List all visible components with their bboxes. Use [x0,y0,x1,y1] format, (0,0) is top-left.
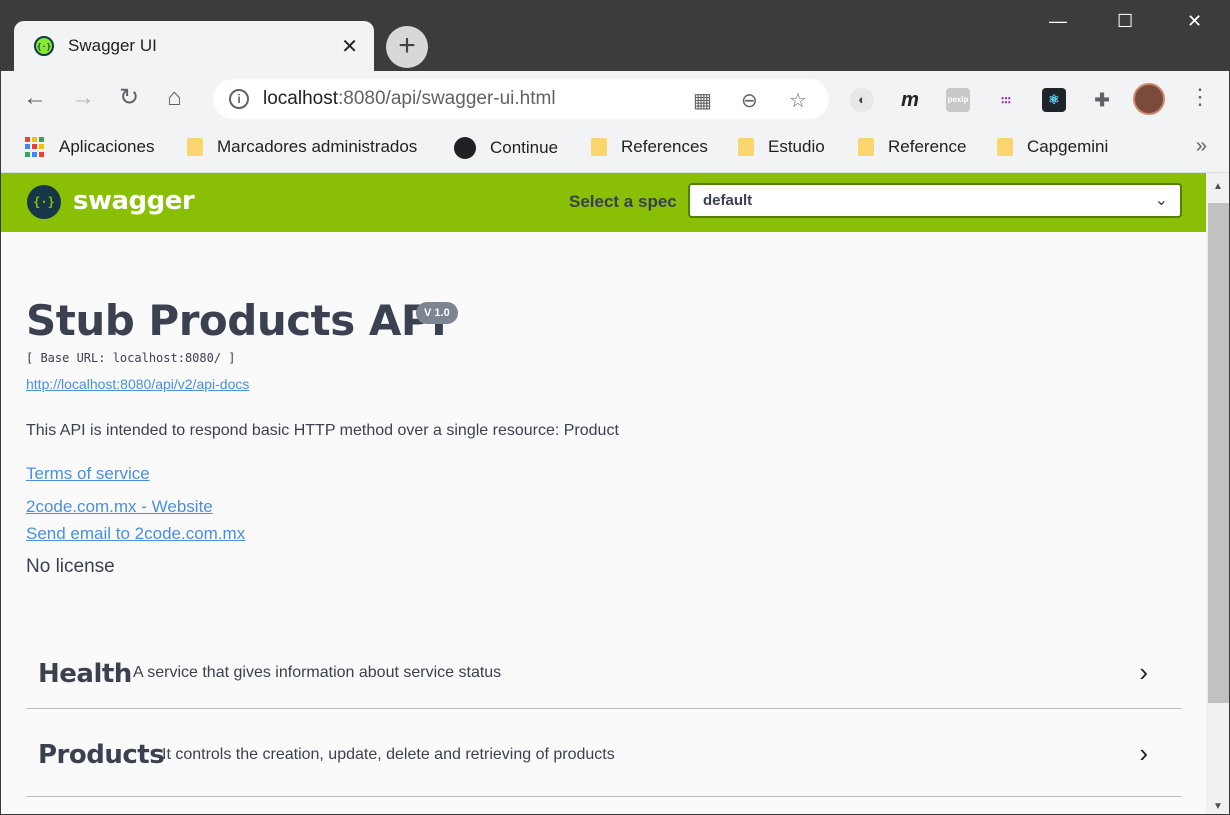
menu-dots-icon[interactable]: ⋮ [1189,84,1211,110]
home-icon[interactable]: ⌂ [167,85,182,111]
url-text[interactable]: localhost:8080/api/swagger-ui.html [263,88,556,110]
website-link[interactable]: 2code.com.mx - Website [26,497,213,517]
profile-avatar[interactable] [1133,83,1165,115]
folder-icon [187,138,203,156]
folder-icon [738,138,754,156]
folder-icon [858,138,874,156]
bookmark-star-icon[interactable]: ☆ [789,88,807,113]
address-bar[interactable]: i localhost:8080/api/swagger-ui.html ▦ ⊖… [213,79,829,119]
tag-description: A service that gives information about s… [133,664,502,681]
email-link[interactable]: Send email to 2code.com.mx [26,524,245,544]
scroll-up-arrow-icon[interactable]: ▲ [1213,181,1223,192]
version-badge: V 1.0 [416,302,458,324]
bookmark-label: Aplicaciones [59,137,155,156]
bookmark-label: References [621,137,708,156]
license-text: No license [26,556,115,577]
swagger-favicon-icon: {·} [34,36,54,56]
scrollbar-thumb[interactable] [1208,203,1229,703]
tab-title: Swagger UI [68,36,157,55]
forward-arrow-icon[interactable]: → [71,85,95,111]
folder-icon [591,138,607,156]
bookmark-label: Reference [888,137,967,156]
vertical-scrollbar[interactable]: ▲ ▼ [1206,173,1229,814]
back-arrow-icon[interactable]: ← [23,85,47,111]
bookmark-label: Continue [490,138,559,157]
swagger-logo-icon[interactable]: {·} [27,185,61,219]
spec-selected-value: default [703,192,753,209]
bookmark-capgemini[interactable]: Capgemini [997,137,1108,157]
bookmark-label: Marcadores administrados [217,137,418,156]
bookmark-label: Estudio [768,137,825,156]
more-bookmarks-icon[interactable]: » [1196,135,1207,158]
base-url: [ Base URL: localhost:8080/ ] [26,351,236,365]
bookmark-continue[interactable]: Continue [454,137,558,159]
tab-close-icon[interactable]: ✕ [341,34,358,59]
swagger-page: {·} swagger Select a spec default ⌄ Stub… [1,173,1206,814]
bookmark-apps[interactable]: Aplicaciones [25,137,154,157]
url-path: :8080/api/swagger-ui.html [338,88,556,109]
bookmark-reference[interactable]: Reference [858,137,966,157]
spec-select[interactable]: default ⌄ [688,183,1182,218]
tag-products[interactable]: Products It controls the creation, updat… [26,709,1182,797]
browser-window: {·} Swagger UI ✕ + — ☐ ✕ ← → ↻ ⌂ i local… [0,0,1230,815]
github-icon [454,137,476,159]
tag-name: Products [38,740,165,770]
scroll-down-arrow-icon[interactable]: ▼ [1213,801,1223,812]
chevron-down-icon: ⌄ [1154,192,1168,209]
new-tab-button[interactable]: + [386,26,428,68]
browser-toolbar: ← → ↻ ⌂ i localhost:8080/api/swagger-ui.… [1,71,1229,127]
terms-link[interactable]: Terms of service [26,464,150,484]
site-info-icon[interactable]: i [229,89,249,109]
browser-tab[interactable]: {·} Swagger UI ✕ [14,21,374,73]
tag-name: Health [38,659,132,689]
maximize-button[interactable]: ☐ [1117,11,1133,32]
api-docs-link[interactable]: http://localhost:8080/api/v2/api-docs [26,376,249,392]
bookmarks-bar: Aplicaciones Marcadores administrados Co… [1,127,1229,173]
swagger-topbar: {·} swagger Select a spec default ⌄ [1,173,1206,232]
folder-icon [997,138,1013,156]
zoom-icon[interactable]: ⊖ [741,88,758,113]
m-extension-icon[interactable]: m [898,88,922,112]
circle-extension-icon[interactable]: ◐ [850,88,874,112]
tag-description: It controls the creation, update, delete… [162,746,615,763]
reload-icon[interactable]: ↻ [119,85,139,111]
api-title: Stub Products API [26,296,447,345]
puzzle-icon[interactable]: ✚ [1090,88,1114,112]
bookmark-managed[interactable]: Marcadores administrados [187,137,417,157]
title-bar: {·} Swagger UI ✕ + — ☐ ✕ [1,1,1229,73]
chevron-right-icon[interactable]: › [1139,738,1148,769]
spec-label: Select a spec [569,192,677,211]
pexip-extension-icon[interactable]: pexip [946,88,970,112]
bookmark-label: Capgemini [1027,137,1109,156]
dots-extension-icon[interactable]: ꓽꓽꓽ [994,88,1018,112]
tag-health[interactable]: Health A service that gives information … [26,645,1182,709]
chevron-right-icon[interactable]: › [1139,657,1148,688]
bookmark-estudio[interactable]: Estudio [738,137,825,157]
react-devtools-icon[interactable]: ⚛ [1042,88,1066,112]
url-host: localhost [263,88,338,109]
api-description: This API is intended to respond basic HT… [26,422,619,439]
window-close-button[interactable]: ✕ [1187,11,1202,32]
swagger-brand[interactable]: swagger [73,186,195,216]
bookmark-references[interactable]: References [591,137,708,157]
qr-code-icon[interactable]: ▦ [693,88,712,113]
minimize-button[interactable]: — [1049,11,1067,32]
apps-grid-icon [25,137,45,157]
